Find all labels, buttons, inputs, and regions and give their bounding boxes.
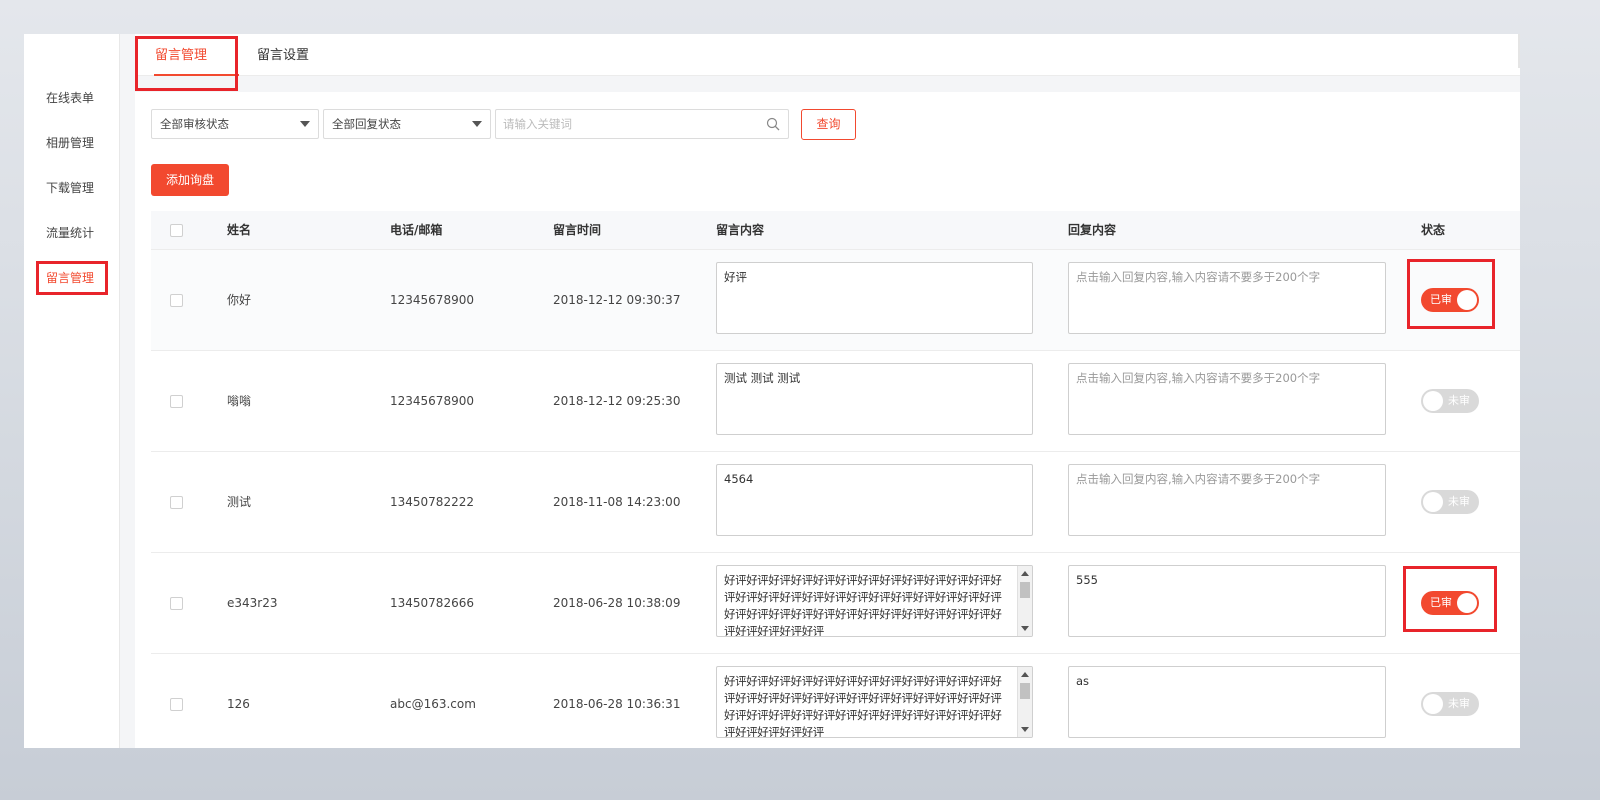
active-tab-indicator: [154, 74, 239, 76]
scroll-down-icon[interactable]: [1021, 727, 1029, 732]
toggle-knob: [1457, 290, 1477, 310]
status-label: 未审: [1448, 697, 1470, 710]
status-toggle[interactable]: 已审: [1421, 288, 1479, 312]
content-scrollbar[interactable]: [1017, 667, 1032, 737]
add-inquiry-button[interactable]: 添加询盘: [151, 164, 229, 196]
sidebar-item-online-form[interactable]: 在线表单: [46, 88, 94, 108]
table-row: 嗡嗡 12345678900 2018-12-12 09:25:30 测试 测试…: [151, 351, 1520, 452]
scroll-up-icon[interactable]: [1021, 571, 1029, 576]
reply-input[interactable]: 点击输入回复内容,输入内容请不要多于200个字: [1068, 262, 1386, 334]
sidebar-item-messages[interactable]: 留言管理: [46, 268, 94, 288]
table-header: 姓名 电话/邮箱 留言时间 留言内容 回复内容 状态: [151, 211, 1520, 250]
content-panel: 全部审核状态 全部回复状态 查询 添加询盘 姓名: [135, 92, 1520, 748]
scroll-thumb[interactable]: [1020, 582, 1030, 598]
message-content-box[interactable]: 好评好评好评好评好评好评好评好评好评好评好评好评好评好评好评好评好评好评好评好评…: [716, 666, 1033, 738]
table-row: 126 abc@163.com 2018-06-28 10:36:31 好评好评…: [151, 654, 1520, 748]
row-name: 你好: [227, 293, 252, 307]
row-contact: 13450782666: [390, 596, 474, 610]
search-input[interactable]: [496, 110, 746, 138]
status-label: 已审: [1430, 293, 1452, 306]
row-checkbox[interactable]: [170, 698, 183, 711]
tab-message-management[interactable]: 留言管理: [155, 44, 207, 76]
row-time: 2018-11-08 14:23:00: [553, 495, 681, 509]
row-name: 126: [227, 697, 250, 711]
content-scrollbar[interactable]: [1017, 566, 1032, 636]
audit-status-select[interactable]: 全部审核状态: [151, 109, 319, 139]
row-name: e343r23: [227, 596, 278, 610]
search-box: [495, 109, 789, 139]
divider: [1518, 34, 1520, 68]
row-time: 2018-06-28 10:36:31: [553, 697, 681, 711]
message-content-box[interactable]: 好评: [716, 262, 1033, 334]
status-toggle[interactable]: 未审: [1421, 692, 1479, 716]
header-reply: 回复内容: [1068, 223, 1117, 237]
row-time: 2018-12-12 09:30:37: [553, 293, 681, 307]
sidebar-item-album[interactable]: 相册管理: [46, 133, 94, 153]
row-contact: 12345678900: [390, 394, 474, 408]
toggle-knob: [1423, 694, 1443, 714]
reply-input[interactable]: 点击输入回复内容,输入内容请不要多于200个字: [1068, 464, 1386, 536]
status-label: 已审: [1430, 596, 1452, 609]
header-content: 留言内容: [716, 223, 765, 237]
row-checkbox[interactable]: [170, 496, 183, 509]
toggle-knob: [1457, 593, 1477, 613]
message-content-box[interactable]: 4564: [716, 464, 1033, 536]
status-toggle[interactable]: 已审: [1421, 591, 1479, 615]
row-time: 2018-12-12 09:25:30: [553, 394, 681, 408]
audit-status-value: 全部审核状态: [160, 117, 229, 131]
reply-input[interactable]: 555: [1068, 565, 1386, 637]
row-checkbox[interactable]: [170, 294, 183, 307]
table-row: e343r23 13450782666 2018-06-28 10:38:09 …: [151, 553, 1520, 654]
main-area: 留言管理 留言设置 全部审核状态 全部回复状态 查询: [120, 34, 1520, 748]
scroll-thumb[interactable]: [1020, 683, 1030, 699]
app-window: 在线表单 相册管理 下载管理 流量统计 留言管理 留言管理 留言设置 全部审核状…: [24, 34, 1520, 748]
row-name: 测试: [227, 495, 252, 509]
caret-down-icon: [472, 121, 482, 127]
status-label: 未审: [1448, 495, 1470, 508]
row-contact: abc@163.com: [390, 697, 476, 711]
table-row: 测试 13450782222 2018-11-08 14:23:00 4564 …: [151, 452, 1520, 553]
reply-input[interactable]: 点击输入回复内容,输入内容请不要多于200个字: [1068, 363, 1386, 435]
query-button[interactable]: 查询: [801, 109, 856, 140]
caret-down-icon: [300, 121, 310, 127]
message-content-box[interactable]: 测试 测试 测试: [716, 363, 1033, 435]
message-content-text: 好评好评好评好评好评好评好评好评好评好评好评好评好评好评好评好评好评好评好评好评…: [724, 573, 1002, 637]
row-checkbox[interactable]: [170, 395, 183, 408]
header-name: 姓名: [227, 223, 252, 237]
scroll-down-icon[interactable]: [1021, 626, 1029, 631]
row-name: 嗡嗡: [227, 394, 252, 408]
status-toggle[interactable]: 未审: [1421, 389, 1479, 413]
tab-message-settings[interactable]: 留言设置: [257, 44, 309, 76]
message-content-text: 好评好评好评好评好评好评好评好评好评好评好评好评好评好评好评好评好评好评好评好评…: [724, 674, 1002, 738]
row-contact: 13450782222: [390, 495, 474, 509]
select-all-checkbox[interactable]: [170, 224, 183, 237]
sidebar: 在线表单 相册管理 下载管理 流量统计 留言管理: [24, 34, 120, 748]
row-contact: 12345678900: [390, 293, 474, 307]
reply-status-select[interactable]: 全部回复状态: [323, 109, 491, 139]
header-time: 留言时间: [553, 223, 602, 237]
row-time: 2018-06-28 10:38:09: [553, 596, 681, 610]
reply-input[interactable]: as: [1068, 666, 1386, 738]
header-contact: 电话/邮箱: [390, 223, 443, 237]
search-icon[interactable]: [766, 117, 780, 131]
status-toggle[interactable]: 未审: [1421, 490, 1479, 514]
message-content-box[interactable]: 好评好评好评好评好评好评好评好评好评好评好评好评好评好评好评好评好评好评好评好评…: [716, 565, 1033, 637]
header-status: 状态: [1421, 223, 1446, 237]
sidebar-item-traffic[interactable]: 流量统计: [46, 223, 94, 243]
tab-bar: 留言管理 留言设置: [135, 34, 1520, 76]
scroll-up-icon[interactable]: [1021, 672, 1029, 677]
sidebar-item-download[interactable]: 下载管理: [46, 178, 94, 198]
toggle-knob: [1423, 492, 1443, 512]
reply-status-value: 全部回复状态: [332, 117, 401, 131]
status-label: 未审: [1448, 394, 1470, 407]
table-row: 你好 12345678900 2018-12-12 09:30:37 好评 点击…: [151, 250, 1520, 351]
row-checkbox[interactable]: [170, 597, 183, 610]
toggle-knob: [1423, 391, 1443, 411]
